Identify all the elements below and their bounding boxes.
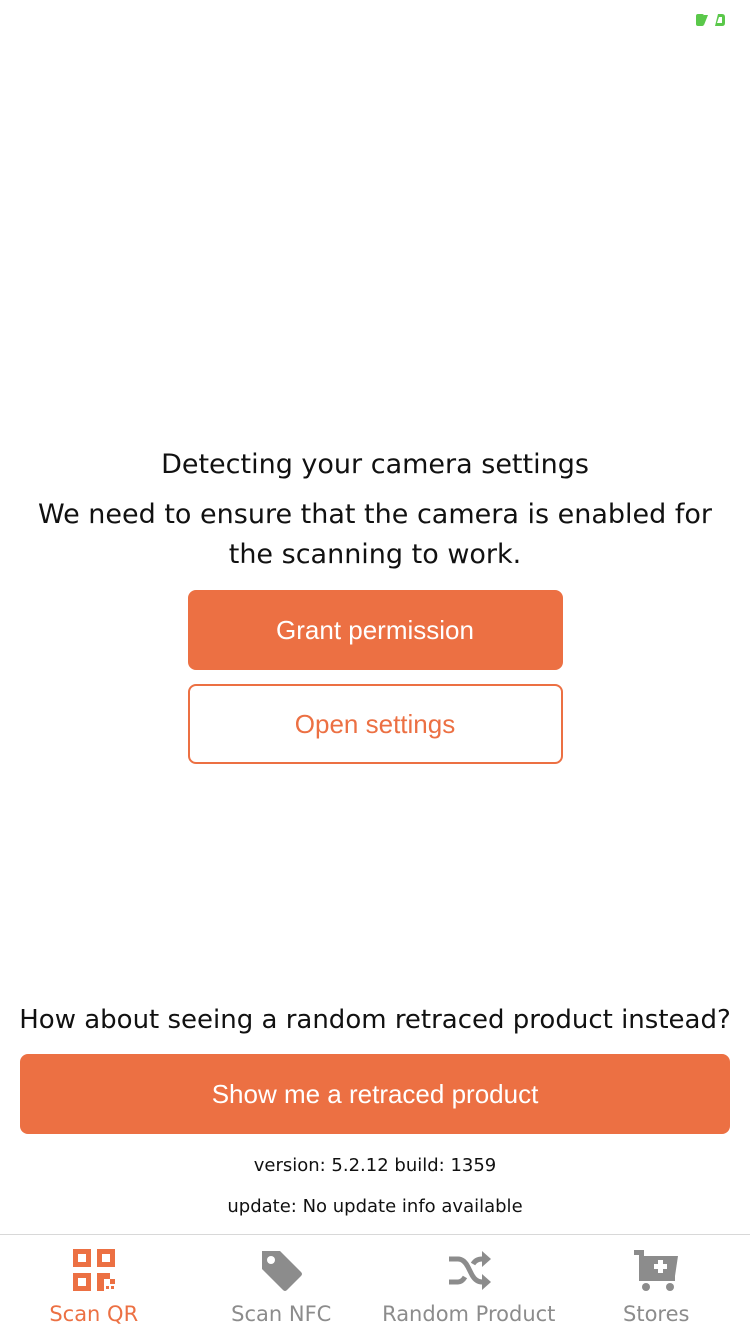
tab-scan-qr[interactable]: Scan QR bbox=[0, 1235, 188, 1334]
grant-permission-button[interactable]: Grant permission bbox=[187, 590, 563, 670]
show-retraced-product-button[interactable]: Show me a retraced product bbox=[20, 1054, 730, 1134]
tab-label: Scan QR bbox=[49, 1302, 139, 1326]
tab-label: Scan NFC bbox=[231, 1302, 332, 1326]
open-settings-button[interactable]: Open settings bbox=[187, 684, 563, 764]
tag-icon bbox=[262, 1251, 303, 1291]
update-info: update: No update info available bbox=[227, 1196, 523, 1217]
bottom-tab-bar: Scan QR Scan NFC Random Product Stores bbox=[0, 1234, 750, 1334]
version-info: version: 5.2.12 build: 1359 bbox=[253, 1155, 497, 1176]
tab-stores[interactable]: Stores bbox=[563, 1235, 750, 1334]
tab-scan-nfc[interactable]: Scan NFC bbox=[188, 1235, 376, 1334]
tab-random-product[interactable]: Random Product bbox=[375, 1235, 563, 1334]
random-product-question: How about seeing a random retraced produ… bbox=[19, 1005, 731, 1035]
cart-plus-icon bbox=[634, 1250, 679, 1291]
battery-status-icon bbox=[696, 14, 725, 26]
permission-description: We need to ensure that the camera is ena… bbox=[37, 499, 712, 570]
tab-label: Random Product bbox=[382, 1302, 556, 1326]
qr-code-icon bbox=[72, 1249, 115, 1291]
tab-label: Stores bbox=[623, 1302, 690, 1326]
app-screen: Detecting your camera settings We need t… bbox=[0, 0, 750, 1334]
shuffle-icon bbox=[448, 1251, 491, 1290]
random-product-section: How about seeing a random retraced produ… bbox=[0, 1000, 750, 1219]
permission-title: Detecting your camera settings bbox=[161, 449, 589, 480]
camera-permission-section: Detecting your camera settings We need t… bbox=[0, 445, 750, 764]
